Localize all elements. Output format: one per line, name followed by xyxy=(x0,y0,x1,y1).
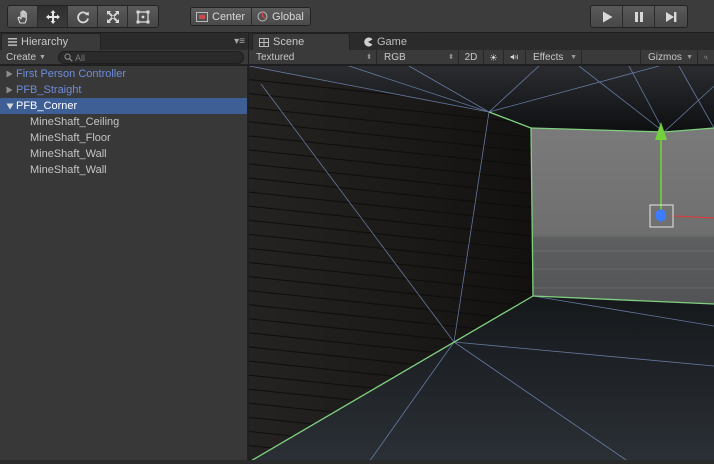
speaker-icon xyxy=(510,54,519,60)
chevron-down-icon: ▼ xyxy=(570,53,577,61)
scene-toolbar: Textured ⬍ RGB ⬍ 2D Effects ▼ Gizmos ▼ xyxy=(249,49,714,65)
hierarchy-item-label: MineShaft_Floor xyxy=(30,132,111,144)
tab-scene[interactable]: Scene xyxy=(252,33,350,50)
search-icon xyxy=(64,53,73,62)
create-label: Create xyxy=(6,52,37,63)
global-space-icon xyxy=(257,11,268,22)
pivot-center-button[interactable]: Center xyxy=(191,8,252,25)
hierarchy-item-label: MineShaft_Wall xyxy=(30,148,107,160)
draw-mode-label: Textured xyxy=(256,51,295,63)
pacman-icon xyxy=(364,37,373,47)
bottom-strip xyxy=(0,460,714,464)
playback-controls xyxy=(590,5,688,28)
gizmos-dropdown[interactable]: Gizmos ▼ xyxy=(640,49,698,65)
collapse-arrow-icon[interactable] xyxy=(6,103,15,110)
play-button[interactable] xyxy=(591,6,623,27)
hierarchy-item-first-person-controller[interactable]: First Person Controller xyxy=(0,66,247,82)
scale-icon xyxy=(106,10,119,23)
hierarchy-item-label: MineShaft_Wall xyxy=(30,164,107,176)
rotate-icon xyxy=(76,11,89,23)
dropdown-arrows-icon: ⬍ xyxy=(366,54,372,61)
hierarchy-list: First Person Controller PFB_Straight PFB… xyxy=(0,66,248,464)
hierarchy-tabbar: Hierarchy ▾≡ xyxy=(0,33,248,50)
toggle-2d-label: 2D xyxy=(464,51,478,63)
rect-transform-icon xyxy=(136,10,150,23)
expand-arrow-icon[interactable] xyxy=(6,86,15,94)
hand-icon xyxy=(16,9,27,24)
pause-icon xyxy=(634,11,643,22)
toggle-2d-button[interactable]: 2D xyxy=(459,49,484,65)
chevron-down-icon: ▼ xyxy=(39,54,46,61)
space-global-button[interactable]: Global xyxy=(251,8,310,25)
hierarchy-toolbar: Create ▼ xyxy=(0,50,248,65)
main-toolbar: Center Global xyxy=(0,0,714,33)
list-icon xyxy=(8,38,17,46)
scene-tabbar: Scene Game xyxy=(249,33,714,50)
create-dropdown[interactable]: Create ▼ xyxy=(6,51,46,64)
hierarchy-item-pfb-straight[interactable]: PFB_Straight xyxy=(0,82,247,98)
tab-game[interactable]: Game xyxy=(356,33,418,50)
hierarchy-item-mineshaft-floor[interactable]: MineShaft_Floor xyxy=(0,130,247,146)
expand-arrow-icon[interactable] xyxy=(6,70,15,78)
rotate-tool-button[interactable] xyxy=(68,6,98,27)
dropdown-arrows-icon: ⬍ xyxy=(448,54,454,61)
hierarchy-item-mineshaft-ceiling[interactable]: MineShaft_Ceiling xyxy=(0,114,247,130)
panel-menu-icon[interactable]: ▾≡ xyxy=(234,36,245,47)
effects-label: Effects xyxy=(533,51,564,63)
search-input[interactable] xyxy=(75,52,235,63)
pivot-center-label: Center xyxy=(212,10,246,23)
gizmos-label: Gizmos xyxy=(648,51,682,63)
render-mode-label: RGB xyxy=(384,51,406,63)
hierarchy-item-mineshaft-wall-2[interactable]: MineShaft_Wall xyxy=(0,162,247,178)
hierarchy-item-mineshaft-wall[interactable]: MineShaft_Wall xyxy=(0,146,247,162)
lighting-toggle-button[interactable] xyxy=(484,49,504,65)
pivot-space-toggles: Center Global xyxy=(190,7,311,26)
tab-hierarchy-label: Hierarchy xyxy=(21,36,69,48)
hierarchy-item-label: PFB_Straight xyxy=(16,84,82,96)
search-icon xyxy=(704,55,708,59)
hierarchy-item-label: PFB_Corner xyxy=(16,100,78,112)
chevron-down-icon: ▼ xyxy=(686,53,693,61)
hand-tool-button[interactable] xyxy=(8,6,38,27)
audio-toggle-button[interactable] xyxy=(504,49,526,65)
hierarchy-item-label: MineShaft_Ceiling xyxy=(30,116,120,128)
draw-mode-dropdown[interactable]: Textured ⬍ xyxy=(249,49,377,65)
play-icon xyxy=(602,11,612,22)
effects-dropdown[interactable]: Effects ▼ xyxy=(526,49,582,65)
scale-tool-button[interactable] xyxy=(98,6,128,27)
tab-scene-label: Scene xyxy=(273,36,305,48)
grid-icon xyxy=(259,37,269,47)
space-global-label: Global xyxy=(272,10,304,23)
sun-icon xyxy=(490,53,497,61)
pause-button[interactable] xyxy=(623,6,655,27)
pivot-center-icon xyxy=(196,11,208,22)
hierarchy-search[interactable] xyxy=(58,51,244,64)
rect-tool-button[interactable] xyxy=(128,6,158,27)
render-mode-dropdown[interactable]: RGB ⬍ xyxy=(377,49,459,65)
transform-tools xyxy=(7,5,159,28)
hierarchy-item-label: First Person Controller xyxy=(16,68,127,80)
move-tool-button[interactable] xyxy=(38,6,68,27)
move-arrows-icon xyxy=(45,9,60,24)
step-button[interactable] xyxy=(655,6,687,27)
tab-hierarchy[interactable]: Hierarchy xyxy=(1,33,101,50)
step-icon xyxy=(666,11,677,22)
tab-game-label: Game xyxy=(377,36,407,48)
scene-viewport[interactable] xyxy=(249,66,714,462)
scene-render xyxy=(249,66,714,462)
scene-search-button[interactable] xyxy=(698,50,714,65)
hierarchy-item-pfb-corner[interactable]: PFB_Corner xyxy=(0,98,247,114)
